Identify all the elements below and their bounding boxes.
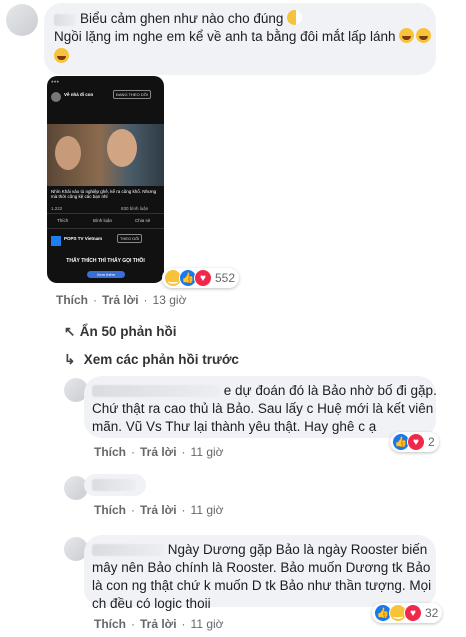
- view-previous-replies-link[interactable]: ↳ Xem các phản hồi trước: [64, 352, 239, 368]
- hide-replies-label: Ẩn 50 phản hồi: [79, 324, 177, 339]
- reply-timestamp[interactable]: 11 giờ: [191, 445, 224, 459]
- reply-text-3: mãn. Vũ Vs Thư lại thành yêu thật. Hay g…: [92, 419, 377, 434]
- comment-line-2: Ngồi lặng im nghe em kể về anh ta bằng đ…: [54, 28, 432, 46]
- reply-link[interactable]: Trả lời: [140, 445, 177, 459]
- comment-text-2: Ngồi lặng im nghe em kể về anh ta bằng đ…: [54, 29, 396, 44]
- post-comment-action: Bình luận: [93, 218, 113, 223]
- post-reaction-count: 1.222: [51, 206, 63, 211]
- reaction-count: 32: [425, 606, 439, 620]
- reply-timestamp[interactable]: 11 giờ: [191, 617, 224, 631]
- commenter-name-redacted[interactable]: [54, 14, 76, 27]
- reaction-summary[interactable]: 👍 ‿ ♥ 32: [372, 603, 443, 623]
- comment-text-1: Biểu cảm ghen như nào cho đúng: [80, 11, 284, 26]
- laughing-emoji-icon: [54, 48, 69, 63]
- comment-actions: Thích · Trả lời · 13 giờ: [56, 293, 187, 307]
- replier-name-redacted[interactable]: [92, 479, 136, 491]
- reply-text-4: ch đều có logic thoii: [92, 596, 211, 611]
- reply-bubble: Ngày Dương gặp Bảo là ngày Rooster biến …: [84, 535, 436, 611]
- laughing-emoji-icon: [399, 28, 415, 43]
- pops-tv-logo: [51, 236, 61, 246]
- post-like-action: Thích: [57, 218, 69, 223]
- comment-bubble: Biểu cảm ghen như nào cho đúng Ngồi lặng…: [44, 3, 436, 75]
- hide-replies-link[interactable]: ↖ Ẩn 50 phản hồi: [64, 324, 177, 340]
- reply-bubble: e dự đoán đó là Bảo nhờ bố đi gặp. Chứ t…: [84, 376, 437, 438]
- love-reaction-icon: ♥: [407, 433, 425, 451]
- reply-bubble: [84, 474, 146, 496]
- commenter-name: [54, 11, 76, 29]
- reply-link[interactable]: Trả lời: [102, 293, 139, 307]
- reply-text-1: e dự đoán đó là Bảo nhờ bố đi gặp.: [223, 383, 437, 398]
- comment-timestamp[interactable]: 13 giờ: [153, 293, 187, 307]
- reaction-count: 552: [215, 271, 236, 285]
- like-link[interactable]: Thích: [94, 503, 126, 517]
- post-caption: Nhìn Khải vào tù nghiệp ghê, kể ra cũng …: [51, 189, 157, 199]
- collapse-arrow-icon: ↖: [64, 324, 76, 339]
- follow-button: THEO DÕI: [117, 234, 143, 243]
- post-share-action: Chia sẻ: [135, 218, 151, 223]
- reply-actions: Thích · Trả lời · 11 giờ: [94, 445, 224, 459]
- reply-link[interactable]: Trả lời: [140, 503, 177, 517]
- person-face-left: [55, 136, 81, 170]
- post-comment-count: 830 bình luận: [121, 206, 149, 211]
- reaction-summary[interactable]: ‿ 👍 ♥ 552: [162, 268, 240, 288]
- replier-name-redacted[interactable]: [92, 544, 164, 557]
- reply-line-1: e dự đoán đó là Bảo nhờ bố đi gặp.: [92, 382, 437, 400]
- comment-line-3: [54, 48, 69, 66]
- laughing-emoji-icon: [416, 28, 432, 43]
- page-avatar: [51, 92, 61, 102]
- view-previous-replies-label: Xem các phản hồi trước: [83, 352, 239, 367]
- person-face-right: [107, 129, 137, 167]
- like-link[interactable]: Thích: [94, 617, 126, 631]
- watch-more-button: Xem thêm: [87, 271, 125, 278]
- divider: [47, 228, 164, 229]
- following-button: ĐANG THEO DÕI: [113, 90, 151, 99]
- commenter-avatar[interactable]: [6, 4, 38, 36]
- attached-screenshot-image[interactable]: ●●● Về nhà đi con ĐANG THEO DÕI Nhìn Khả…: [47, 76, 164, 283]
- reply-arrow-icon: ↳: [64, 352, 76, 367]
- love-reaction-icon: ♥: [404, 604, 422, 622]
- reaction-summary[interactable]: 👍 ♥ 2: [390, 432, 439, 452]
- replier-name-redacted[interactable]: [92, 385, 220, 398]
- page-name: Về nhà đi con: [64, 92, 94, 97]
- like-link[interactable]: Thích: [94, 445, 126, 459]
- reply-text-2: Chứ thật ra cao thủ là Bảo. Sau lấy c Hu…: [92, 401, 434, 416]
- moon-face-emoji-icon: [287, 10, 303, 25]
- reply-text-3: là con ng thật chứ k muốn D tk Bảo như t…: [92, 578, 432, 593]
- second-page-name: POPS TV Vietnam: [64, 236, 103, 241]
- like-link[interactable]: Thích: [56, 293, 88, 307]
- reply-actions: Thích · Trả lời · 11 giờ: [94, 617, 224, 631]
- reply-text-2: mây nên Bảo chính là Rooster. Bảo muốn D…: [92, 560, 431, 575]
- comment-line-1: Biểu cảm ghen như nào cho đúng: [80, 10, 303, 28]
- reply-actions: Thích · Trả lời · 11 giờ: [94, 503, 224, 517]
- divider: [47, 213, 164, 214]
- reply-link[interactable]: Trả lời: [140, 617, 177, 631]
- video-banner-text: THẤY THÍCH THÌ THẤY GỌI THÔI: [66, 258, 145, 264]
- love-reaction-icon: ♥: [194, 269, 212, 287]
- reaction-count: 2: [428, 435, 435, 449]
- reply-timestamp[interactable]: 11 giờ: [191, 503, 224, 517]
- reply-line-1: Ngày Dương gặp Bảo là ngày Rooster biến: [92, 541, 427, 559]
- reply-text-1: Ngày Dương gặp Bảo là ngày Rooster biến: [167, 542, 428, 557]
- status-bar: ●●●: [51, 79, 60, 84]
